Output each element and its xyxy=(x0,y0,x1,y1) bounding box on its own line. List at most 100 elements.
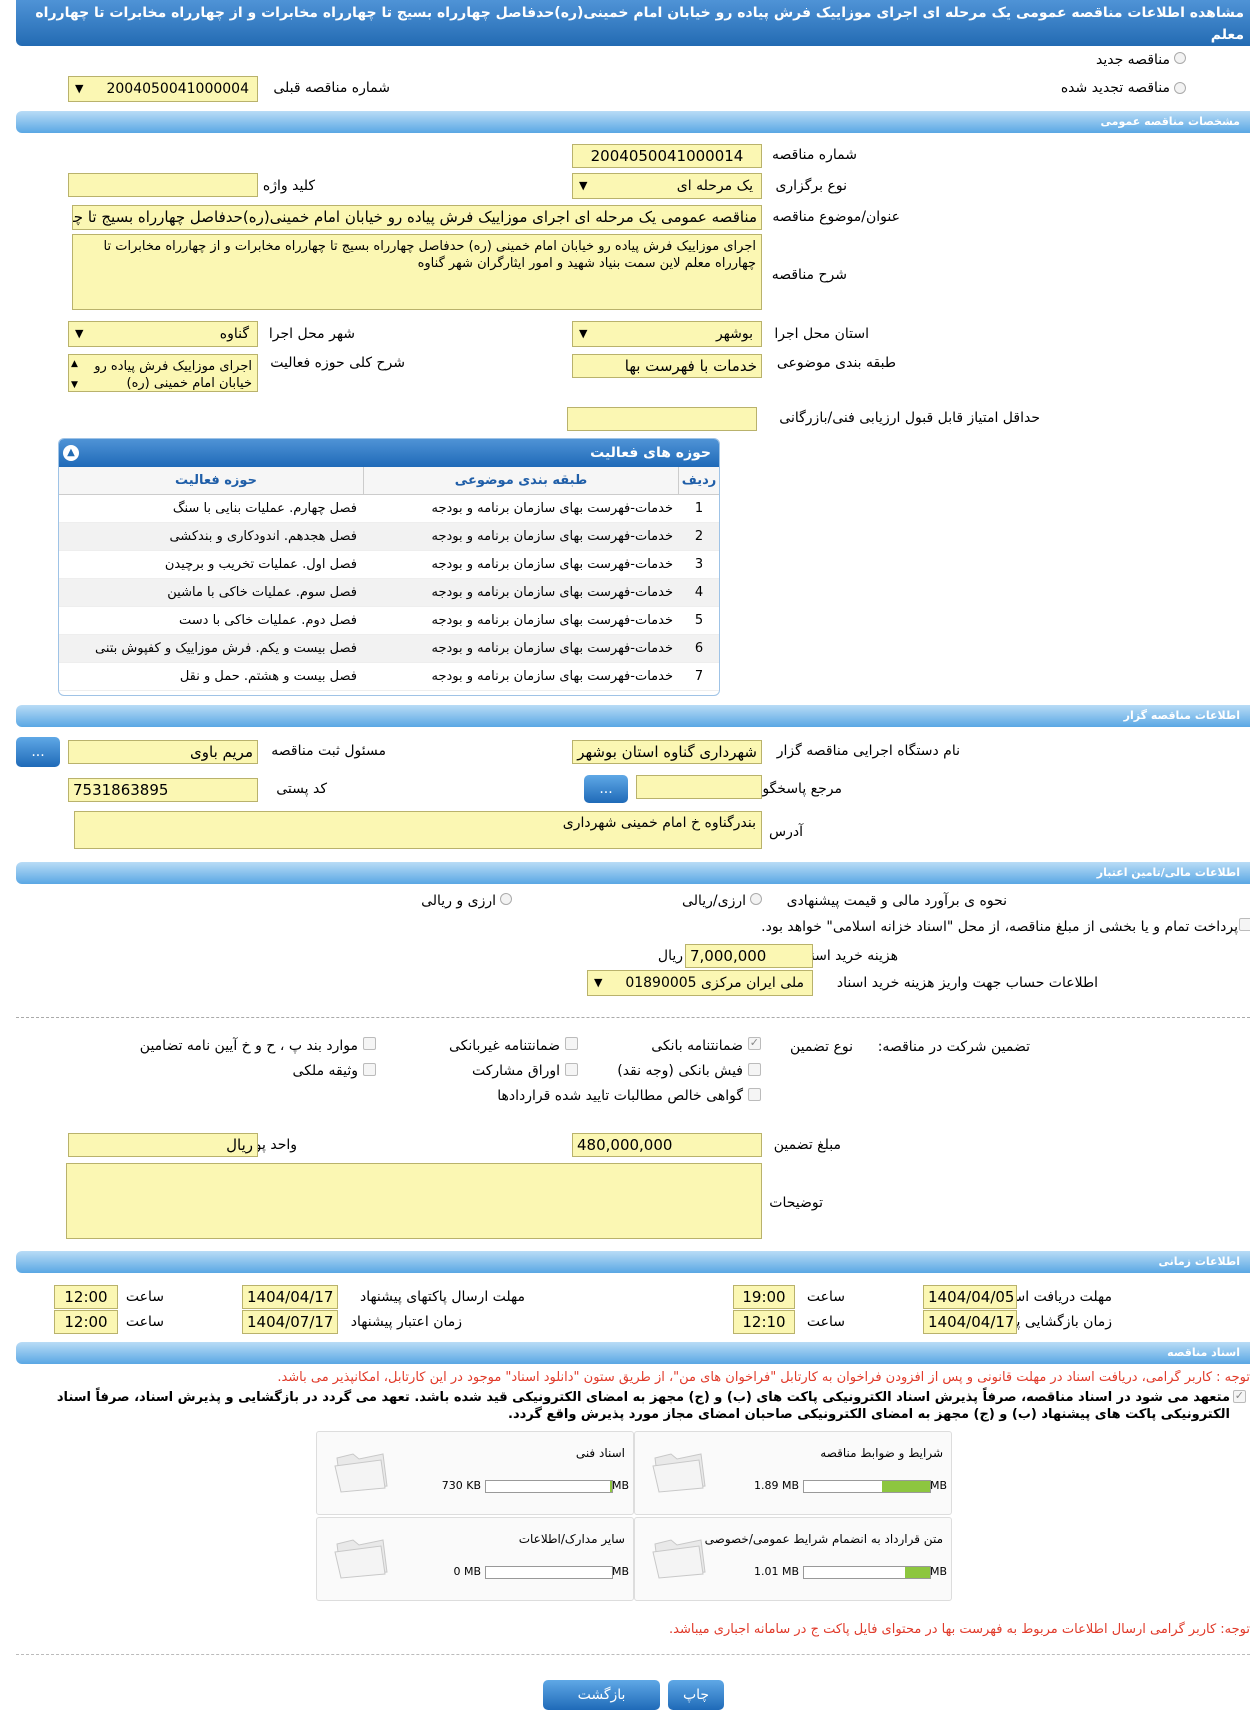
bank-guarantee-checkbox[interactable] xyxy=(748,1036,761,1050)
bonds-checkbox[interactable] xyxy=(565,1063,578,1076)
collapse-icon[interactable]: ▲ xyxy=(63,445,79,461)
scroll-up-icon[interactable]: ▲ xyxy=(71,356,78,373)
property-collateral-checkbox[interactable] xyxy=(363,1063,376,1076)
row-index: 3 xyxy=(694,557,704,572)
description-label: شرح مناقصه xyxy=(771,267,847,283)
row-category: خدمات-فهرست بهای سازمان برنامه و بودجه xyxy=(431,641,673,656)
min-score-label: حداقل امتیاز قابل قبول ارزیابی فنی/بازرگ… xyxy=(779,410,1040,426)
col-field: حوزه فعالیت xyxy=(175,473,257,488)
regulation-items-checkbox[interactable] xyxy=(363,1037,376,1050)
responsible-field[interactable]: مریم باوی xyxy=(68,740,258,764)
activities-grid: حوزه های فعالیت ▲ ردیف طبقه بندی موضوعی … xyxy=(58,438,720,696)
notes-field[interactable] xyxy=(66,1163,762,1239)
responsible-more-button[interactable]: ... xyxy=(16,737,60,767)
regulation-items-label: موارد بند پ ، ح و خ آیین نامه تضامین xyxy=(139,1038,358,1054)
commit-checkbox[interactable] xyxy=(1233,1389,1246,1403)
nonbank-guarantee-checkbox[interactable] xyxy=(565,1037,578,1050)
rial-radio[interactable] xyxy=(750,893,762,905)
activities-grid-header: حوزه های فعالیت ▲ xyxy=(59,439,719,467)
city-select[interactable]: ▼ گناوه xyxy=(68,321,258,347)
account-select[interactable]: ▼ ملی ایران مرکزی 01890005 xyxy=(587,970,813,996)
province-value: بوشهر xyxy=(715,326,753,342)
scroll-down-icon[interactable]: ▼ xyxy=(71,377,78,391)
send-time-field[interactable]: 12:00 xyxy=(54,1285,118,1309)
validity-date-field[interactable]: 1404/07/17 xyxy=(242,1310,338,1334)
province-label: استان محل اجرا xyxy=(774,326,869,342)
open-hour-field[interactable]: 12:10 xyxy=(733,1310,795,1334)
col-category: طبقه بندی موضوعی xyxy=(363,467,679,495)
document-card[interactable]: اسناد فنی50 MB730 KB xyxy=(316,1431,634,1515)
document-size-fill xyxy=(610,1481,612,1492)
activity-desc-field[interactable]: اجرای موزاییک فرش پیاده رو خیابان امام خ… xyxy=(68,354,258,392)
commit-text: متعهد می شود در اسناد مناقصه، صرفاً پذیر… xyxy=(56,1390,1230,1422)
print-button[interactable]: چاپ xyxy=(668,1680,724,1710)
chevron-down-icon: ▼ xyxy=(75,82,84,95)
subject-field[interactable]: مناقصه عمومی یک مرحله ای اجرای موزاییک ف… xyxy=(72,205,762,230)
prev-tender-no-select[interactable]: ▼ 2004050041000004 xyxy=(68,76,258,102)
document-card[interactable]: سایر مدارک/اطلاعات50 MB0 MB xyxy=(316,1517,634,1601)
row-field: فصل هجدهم. اندودکاری و بندکشی xyxy=(169,529,357,544)
row-category: خدمات-فهرست بهای سازمان برنامه و بودجه xyxy=(431,585,673,600)
documents-section-header: اسناد مناقصه xyxy=(16,1342,1250,1364)
category-field[interactable]: خدمات با فهرست بها xyxy=(572,354,762,378)
activities-grid-body: 1 خدمات-فهرست بهای سازمان برنامه و بودجه ف… xyxy=(59,495,719,691)
reference-field[interactable] xyxy=(636,775,762,799)
reference-more-button[interactable]: ... xyxy=(584,775,628,803)
folder-icon xyxy=(652,1453,706,1493)
organizer-section-header: اطلاعات مناقصه گزار xyxy=(16,705,1250,727)
renewed-tender-radio[interactable] xyxy=(1174,82,1186,94)
keyword-field[interactable] xyxy=(68,173,258,197)
currency-rial-radio[interactable] xyxy=(500,893,512,905)
row-field: فصل چهارم. عملیات بنایی با سنگ xyxy=(172,501,357,516)
guarantee-amount-field[interactable]: 480,000,000 xyxy=(572,1133,762,1157)
category-label: طبقه بندی موضوعی xyxy=(776,355,896,371)
subject-label: عنوان/موضوع مناقصه xyxy=(772,209,900,225)
address-field[interactable]: بندرگناوه خ امام خمینی شهرداری xyxy=(74,811,762,849)
description-field[interactable]: اجرای موزاییک فرش پیاده رو خیابان امام خ… xyxy=(72,234,762,310)
back-button[interactable]: بازگشت xyxy=(543,1680,660,1710)
receive-date-field[interactable]: 1404/04/05 xyxy=(923,1285,1017,1309)
document-size-bar xyxy=(485,1480,613,1493)
account-label: اطلاعات حساب جهت واریز هزینه خرید اسناد xyxy=(836,975,1098,991)
document-name: متن قرارداد به انضمام شرایط عمومی/خصوصی xyxy=(704,1532,943,1546)
certified-claims-checkbox[interactable] xyxy=(748,1088,761,1101)
tender-no-field[interactable]: 2004050041000014 xyxy=(572,144,762,168)
bank-guarantee-label: ضمانتنامه بانکی xyxy=(651,1038,743,1054)
new-tender-radio[interactable] xyxy=(1174,52,1186,64)
row-category: خدمات-فهرست بهای سازمان برنامه و بودجه xyxy=(431,613,673,628)
activities-grid-title: حوزه های فعالیت xyxy=(590,445,711,461)
min-score-field[interactable] xyxy=(567,407,757,431)
validity-time-field[interactable]: 12:00 xyxy=(54,1310,118,1334)
chevron-down-icon: ▼ xyxy=(75,327,84,340)
table-row: 7 خدمات-فهرست بهای سازمان برنامه و بودجه ف… xyxy=(59,663,719,691)
table-row: 6 خدمات-فهرست بهای سازمان برنامه و بودجه ف… xyxy=(59,635,719,663)
general-section-header: مشخصات مناقصه عمومی xyxy=(16,111,1250,133)
postal-code-field[interactable]: 7531863895 xyxy=(68,778,258,802)
document-size-fill xyxy=(904,1567,930,1578)
nonbank-guarantee-label: ضمانتنامه غیربانکی xyxy=(448,1038,560,1054)
document-card[interactable]: متن قرارداد به انضمام شرایط عمومی/خصوصی 5… xyxy=(634,1517,952,1601)
org-name-field[interactable]: شهرداری گناوه استان بوشهر xyxy=(572,740,762,764)
currency-unit-field[interactable]: ریال xyxy=(68,1133,258,1157)
row-field: فصل دوم. عملیات خاکی با دست xyxy=(179,613,357,628)
guarantee-type-label: نوع تضمین xyxy=(790,1039,853,1055)
open-date-field[interactable]: 1404/04/17 xyxy=(923,1310,1017,1334)
receive-time-field[interactable]: 19:00 xyxy=(733,1285,795,1309)
tender-no-label: شماره مناقصه xyxy=(772,147,857,163)
document-size-bar xyxy=(803,1480,931,1493)
document-name: اسناد فنی xyxy=(575,1446,625,1460)
province-select[interactable]: ▼ بوشهر xyxy=(572,321,762,347)
send-date-field[interactable]: 1404/04/17 xyxy=(242,1285,338,1309)
document-card[interactable]: شرایط و ضوابط مناقصه 5 MB 1.89 MB xyxy=(634,1431,952,1515)
time-section-header: اطلاعات زمانی xyxy=(16,1251,1250,1273)
doc-cost-field[interactable]: 7,000,000 xyxy=(685,944,813,968)
row-field: فصل سوم. عملیات خاکی با ماشین xyxy=(167,585,357,600)
document-size: 730 KB xyxy=(441,1479,481,1492)
address-label: آدرس xyxy=(769,824,803,840)
islamic-treasury-checkbox[interactable] xyxy=(1239,918,1250,931)
divider xyxy=(16,1017,1250,1018)
cash-receipt-checkbox[interactable] xyxy=(748,1063,761,1076)
table-row: 5 خدمات-فهرست بهای سازمان برنامه و بودجه ف… xyxy=(59,607,719,635)
row-index: 1 xyxy=(694,501,704,516)
holding-type-select[interactable]: ▼ یک مرحله ای xyxy=(572,173,762,199)
